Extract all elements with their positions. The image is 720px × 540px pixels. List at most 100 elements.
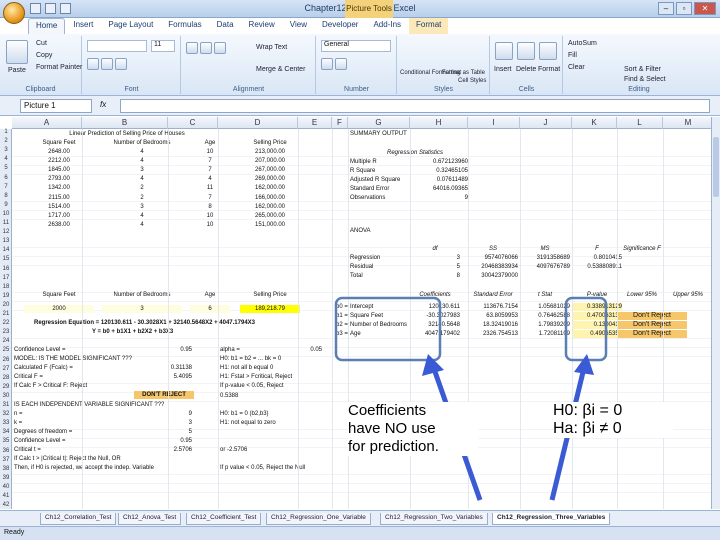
- column-header-e[interactable]: E: [298, 117, 332, 129]
- row-header[interactable]: 16: [0, 266, 12, 272]
- column-header-i[interactable]: I: [468, 117, 520, 129]
- column-header-c[interactable]: C: [168, 117, 218, 129]
- row-header[interactable]: 27: [0, 366, 12, 372]
- row-header[interactable]: 24: [0, 338, 12, 344]
- data-cell[interactable]: 3: [102, 203, 182, 211]
- fx-icon[interactable]: fx: [100, 100, 106, 109]
- format-icon[interactable]: [539, 42, 557, 60]
- row-header[interactable]: 8: [0, 193, 12, 199]
- row-header[interactable]: 12: [0, 229, 12, 235]
- font-name-select[interactable]: [87, 40, 147, 52]
- currency-icon[interactable]: [321, 58, 333, 70]
- predict-age[interactable]: 6: [190, 305, 230, 313]
- sheet-tab[interactable]: Ch12_Regression_Three_Variables: [492, 513, 611, 525]
- tab-developer[interactable]: Developer: [315, 18, 365, 34]
- bold-icon[interactable]: [87, 58, 99, 70]
- data-cell[interactable]: 213,000.00: [240, 148, 300, 156]
- column-header-a[interactable]: A: [12, 117, 82, 129]
- data-cell[interactable]: 2: [102, 184, 182, 192]
- format-painter-button[interactable]: Format Painter: [36, 64, 82, 71]
- data-cell[interactable]: 10: [190, 212, 230, 220]
- column-header-h[interactable]: H: [410, 117, 468, 129]
- data-cell[interactable]: 162,000.00: [240, 203, 300, 211]
- row-header[interactable]: 11: [0, 220, 12, 226]
- data-cell[interactable]: 8: [190, 203, 230, 211]
- column-header-j[interactable]: J: [520, 117, 572, 129]
- insert-button[interactable]: Insert: [494, 66, 512, 73]
- row-header[interactable]: 41: [0, 493, 12, 499]
- vertical-scrollbar[interactable]: [711, 117, 720, 509]
- data-cell[interactable]: 2212.00: [24, 157, 94, 165]
- data-cell[interactable]: 2793.00: [24, 175, 94, 183]
- data-cell[interactable]: 1717.00: [24, 212, 94, 220]
- column-header-k[interactable]: K: [572, 117, 617, 129]
- data-cell[interactable]: 207,000.00: [240, 157, 300, 165]
- row-header[interactable]: 2: [0, 138, 12, 144]
- formula-input[interactable]: [120, 99, 710, 113]
- autosum-button[interactable]: AutoSum: [568, 40, 597, 47]
- column-header-b[interactable]: B: [82, 117, 168, 129]
- sheet-tab[interactable]: Ch12_Coefficient_Test: [186, 513, 262, 525]
- row-header[interactable]: 13: [0, 238, 12, 244]
- minimize-button[interactable]: –: [658, 2, 674, 15]
- row-header[interactable]: 30: [0, 393, 12, 399]
- row-header[interactable]: 18: [0, 284, 12, 290]
- delete-icon[interactable]: [517, 42, 535, 60]
- row-header[interactable]: 21: [0, 311, 12, 317]
- column-header-l[interactable]: L: [617, 117, 663, 129]
- close-button[interactable]: ✕: [694, 2, 716, 15]
- sheet-tab[interactable]: Ch12_Anova_Test: [118, 513, 182, 525]
- sheet-tab[interactable]: Ch12_Correlation_Test: [40, 513, 117, 525]
- paste-button[interactable]: Paste: [8, 67, 26, 74]
- align-middle-icon[interactable]: [200, 42, 212, 54]
- clear-button[interactable]: Clear: [568, 64, 585, 71]
- sort-filter-button[interactable]: Sort & Filter: [624, 66, 661, 73]
- tab-review[interactable]: Review: [242, 18, 282, 34]
- data-cell[interactable]: 265,000.00: [240, 212, 300, 220]
- cut-button[interactable]: Cut: [36, 40, 47, 47]
- row-header[interactable]: 17: [0, 275, 12, 281]
- scroll-thumb[interactable]: [713, 137, 719, 197]
- tab-formulas[interactable]: Formulas: [161, 18, 208, 34]
- data-cell[interactable]: 2638.00: [24, 221, 94, 229]
- row-header[interactable]: 33: [0, 420, 12, 426]
- data-cell[interactable]: 162,000.00: [240, 184, 300, 192]
- row-header[interactable]: 15: [0, 256, 12, 262]
- row-header[interactable]: 32: [0, 411, 12, 417]
- row-header[interactable]: 26: [0, 357, 12, 363]
- row-header[interactable]: 23: [0, 329, 12, 335]
- row-header[interactable]: 19: [0, 293, 12, 299]
- sheet-tab[interactable]: Ch12_Regression_Two_Variables: [380, 513, 488, 525]
- copy-button[interactable]: Copy: [36, 52, 52, 59]
- format-button[interactable]: Format: [538, 66, 560, 73]
- row-header[interactable]: 31: [0, 402, 12, 408]
- row-header[interactable]: 42: [0, 502, 12, 508]
- italic-icon[interactable]: [101, 58, 113, 70]
- paste-icon[interactable]: [6, 40, 28, 64]
- data-cell[interactable]: 4: [102, 175, 182, 183]
- tab-home[interactable]: Home: [28, 18, 66, 34]
- data-cell[interactable]: 151,000.00: [240, 221, 300, 229]
- row-header[interactable]: 4: [0, 156, 12, 162]
- row-header[interactable]: 6: [0, 175, 12, 181]
- data-cell[interactable]: 10: [190, 221, 230, 229]
- format-as-table-button[interactable]: Format as Table: [442, 70, 485, 76]
- data-cell[interactable]: 1845.00: [24, 166, 94, 174]
- data-cell[interactable]: 2115.00: [24, 194, 94, 202]
- data-cell[interactable]: 4: [190, 175, 230, 183]
- data-cell[interactable]: 4: [102, 212, 182, 220]
- merge-center-button[interactable]: Merge & Center: [256, 66, 305, 73]
- data-cell[interactable]: 7: [190, 166, 230, 174]
- row-header[interactable]: 28: [0, 375, 12, 381]
- row-header[interactable]: 25: [0, 347, 12, 353]
- sheet-tab[interactable]: Ch12_Regression_One_Variable: [266, 513, 371, 525]
- data-cell[interactable]: 2: [102, 194, 182, 202]
- row-header[interactable]: 37: [0, 457, 12, 463]
- row-header[interactable]: 10: [0, 211, 12, 217]
- office-button[interactable]: [3, 2, 25, 24]
- restore-button[interactable]: ▫: [676, 2, 692, 15]
- tab-data[interactable]: Data: [210, 18, 241, 34]
- data-cell[interactable]: 2648.00: [24, 148, 94, 156]
- data-cell[interactable]: 10: [190, 148, 230, 156]
- predict-bedrooms[interactable]: 3: [102, 305, 182, 313]
